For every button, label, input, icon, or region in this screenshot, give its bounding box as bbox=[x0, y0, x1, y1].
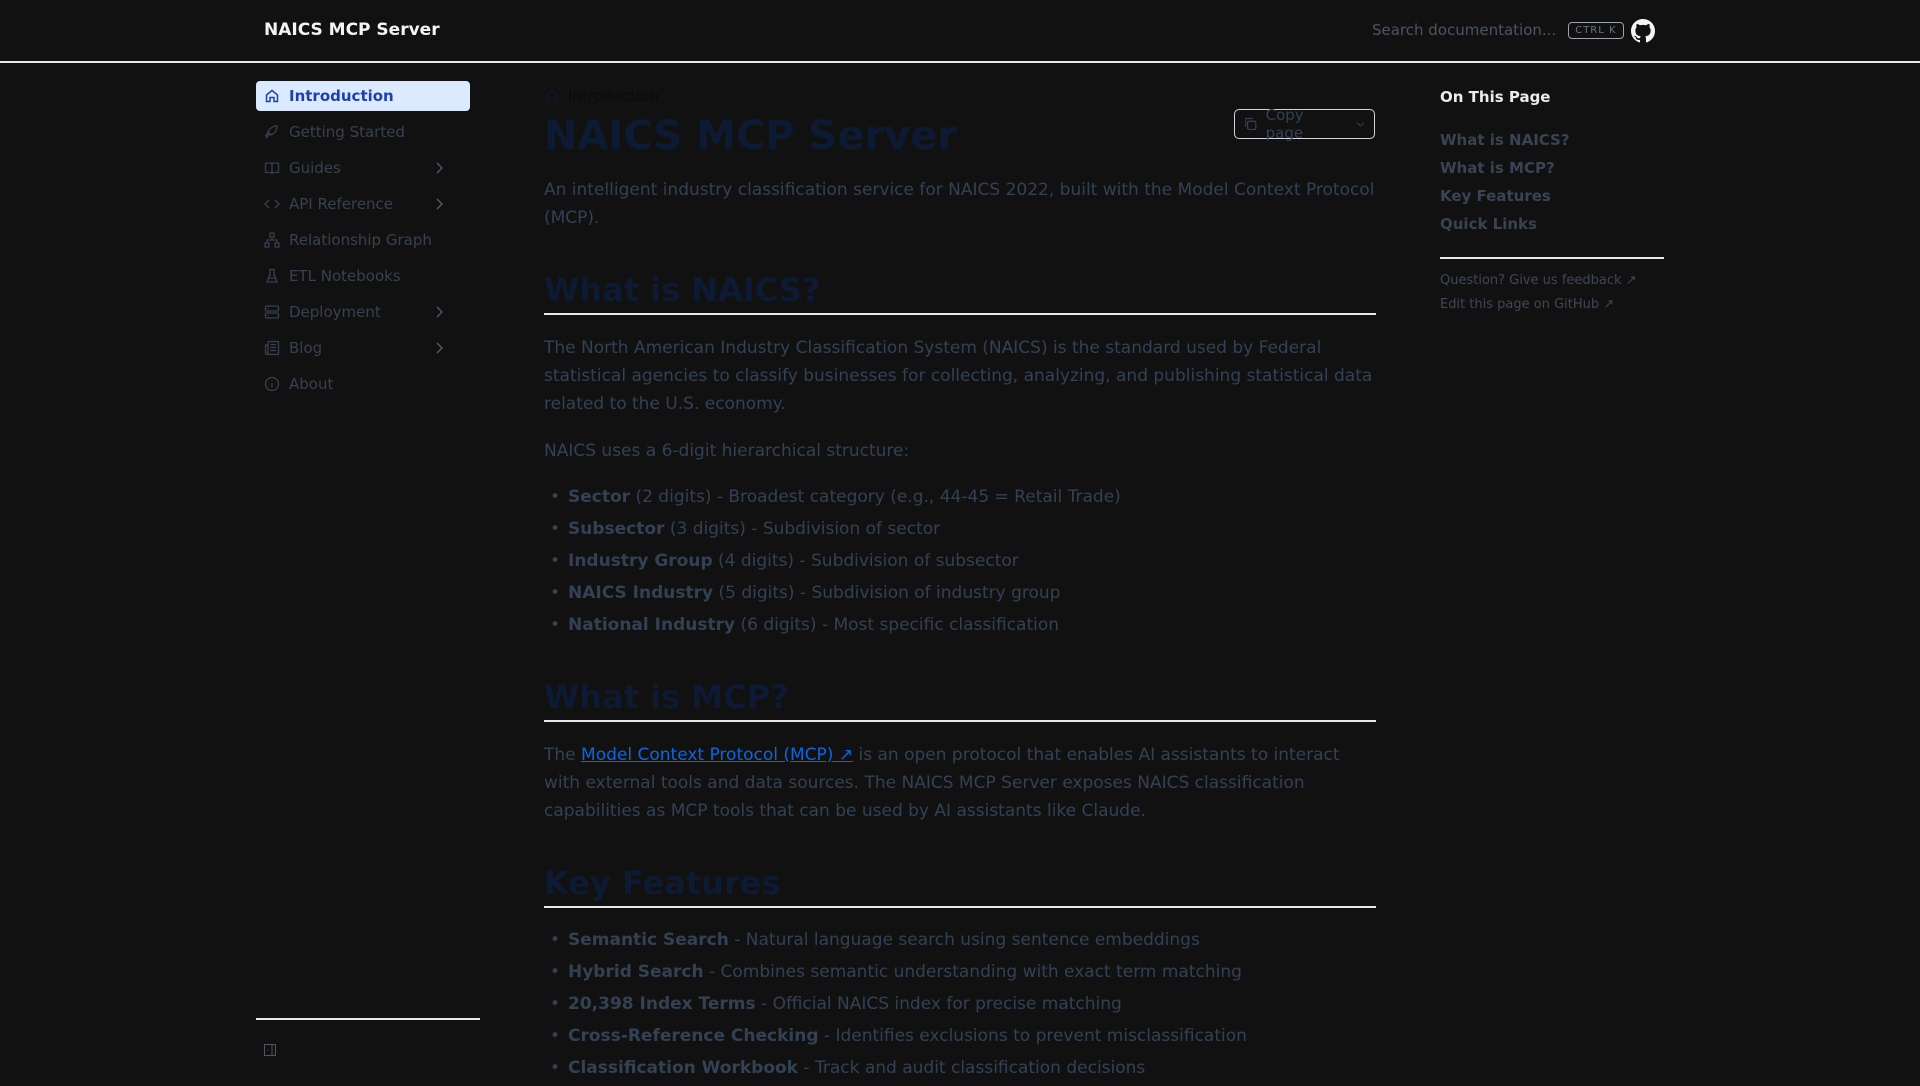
breadcrumb: Introduction bbox=[544, 86, 1376, 106]
chevron-down-icon[interactable] bbox=[1355, 118, 1366, 130]
chevron-right-icon[interactable] bbox=[431, 160, 447, 176]
code-icon bbox=[264, 199, 280, 209]
chevron-right-icon[interactable] bbox=[431, 304, 447, 320]
chevron-right-icon[interactable] bbox=[431, 196, 447, 212]
mcp-external-link[interactable]: Model Context Protocol (MCP) ↗ bbox=[581, 745, 853, 765]
on-this-page: On This Page What is NAICS? What is MCP?… bbox=[1440, 88, 1664, 312]
sidebar-divider bbox=[256, 1018, 480, 1020]
feedback-link[interactable]: Question? Give us feedback ↗ bbox=[1440, 273, 1664, 288]
copy-page-button[interactable]: Copy page bbox=[1234, 106, 1375, 142]
collapse-sidebar-icon[interactable] bbox=[264, 1044, 276, 1056]
newspaper-icon bbox=[264, 340, 280, 356]
heading-key-features: Key Features bbox=[544, 863, 1376, 908]
edit-on-github-link[interactable]: Edit this page on GitHub ↗ bbox=[1440, 297, 1664, 312]
toc-title: On This Page bbox=[1440, 88, 1551, 106]
home-icon bbox=[265, 89, 279, 103]
top-header: NAICS MCP Server Search documentation...… bbox=[0, 0, 1920, 63]
list-item: Semantic Search - Natural language searc… bbox=[544, 926, 1376, 954]
sidebar-item-etl-notebooks[interactable]: ETL Notebooks bbox=[256, 261, 470, 291]
sidebar-item-relationship-graph[interactable]: Relationship Graph bbox=[256, 225, 470, 255]
toc-item[interactable]: Key Features bbox=[1440, 187, 1664, 205]
hierarchy-list: Sector (2 digits) - Broadest category (e… bbox=[544, 483, 1376, 639]
sidebar-item-about[interactable]: About bbox=[256, 369, 470, 399]
sidebar-item-guides[interactable]: Guides bbox=[256, 153, 470, 183]
info-icon bbox=[264, 376, 280, 392]
list-item: Industry Group (4 digits) - Subdivision … bbox=[544, 547, 1376, 575]
sidebar-item-label: Introduction bbox=[289, 87, 394, 105]
github-icon[interactable] bbox=[1631, 19, 1655, 43]
toc-item[interactable]: What is MCP? bbox=[1440, 159, 1664, 177]
list-item: Classification Workbook - Track and audi… bbox=[544, 1054, 1376, 1082]
sidebar-item-label: Blog bbox=[289, 339, 323, 357]
chevron-right-icon[interactable] bbox=[431, 340, 447, 356]
sidebar-nav: Introduction Getting Started Guides API … bbox=[256, 81, 470, 405]
list-item: Cross-Reference Checking - Identifies ex… bbox=[544, 1022, 1376, 1050]
list-item: National Industry (6 digits) - Most spec… bbox=[544, 611, 1376, 639]
sidebar-item-label: Guides bbox=[289, 159, 341, 177]
lead-paragraph: An intelligent industry classification s… bbox=[544, 180, 1375, 228]
list-item: 20,398 Index Terms - Official NAICS inde… bbox=[544, 990, 1376, 1018]
list-item: Subsector (3 digits) - Subdivision of se… bbox=[544, 515, 1376, 543]
sidebar-item-getting-started[interactable]: Getting Started bbox=[256, 117, 470, 147]
home-icon[interactable] bbox=[544, 88, 560, 104]
paragraph: The Model Context Protocol (MCP) ↗ is an… bbox=[544, 745, 1340, 821]
breadcrumb-current: Introduction bbox=[568, 87, 659, 105]
heading-what-is-mcp: What is MCP? bbox=[544, 677, 1376, 722]
site-title[interactable]: NAICS MCP Server bbox=[264, 20, 440, 40]
search-placeholder: Search documentation... bbox=[1372, 21, 1557, 39]
sidebar-item-label: ETL Notebooks bbox=[289, 267, 401, 285]
book-icon bbox=[264, 162, 280, 175]
heading-what-is-naics: What is NAICS? bbox=[544, 270, 1376, 315]
copy-page-label: Copy page bbox=[1265, 106, 1304, 142]
list-item: Hybrid Search - Combines semantic unders… bbox=[544, 958, 1376, 986]
toc-divider bbox=[1440, 257, 1664, 259]
paragraph: The North American Industry Classificati… bbox=[544, 338, 1373, 414]
list-item: NAICS Industry (5 digits) - Subdivision … bbox=[544, 579, 1376, 607]
sidebar-item-blog[interactable]: Blog bbox=[256, 333, 470, 363]
paragraph: NAICS uses a 6-digit hierarchical struct… bbox=[544, 441, 910, 461]
copy-icon bbox=[1245, 117, 1257, 131]
sidebar-item-deployment[interactable]: Deployment bbox=[256, 297, 470, 327]
network-icon bbox=[264, 232, 280, 248]
search-input[interactable]: Search documentation... CTRL K bbox=[1372, 21, 1624, 39]
main-content: Introduction NAICS MCP Server An intelli… bbox=[544, 86, 1376, 1086]
search-shortcut-badge: CTRL K bbox=[1568, 21, 1624, 39]
sidebar-item-label: API Reference bbox=[289, 195, 394, 213]
toc-item[interactable]: What is NAICS? bbox=[1440, 131, 1664, 149]
toc-item[interactable]: Quick Links bbox=[1440, 215, 1664, 233]
sidebar-item-api-reference[interactable]: API Reference bbox=[256, 189, 470, 219]
sidebar-item-label: Getting Started bbox=[289, 123, 405, 141]
list-item: Sector (2 digits) - Broadest category (e… bbox=[544, 483, 1376, 511]
features-list: Semantic Search - Natural language searc… bbox=[544, 926, 1376, 1082]
sidebar-item-label: Relationship Graph bbox=[289, 231, 432, 249]
sidebar-item-label: Deployment bbox=[289, 303, 381, 321]
rocket-icon bbox=[265, 125, 278, 139]
flask-icon bbox=[266, 268, 278, 283]
sidebar-item-label: About bbox=[289, 375, 334, 393]
server-icon bbox=[264, 305, 280, 319]
sidebar-item-introduction[interactable]: Introduction bbox=[256, 81, 470, 111]
